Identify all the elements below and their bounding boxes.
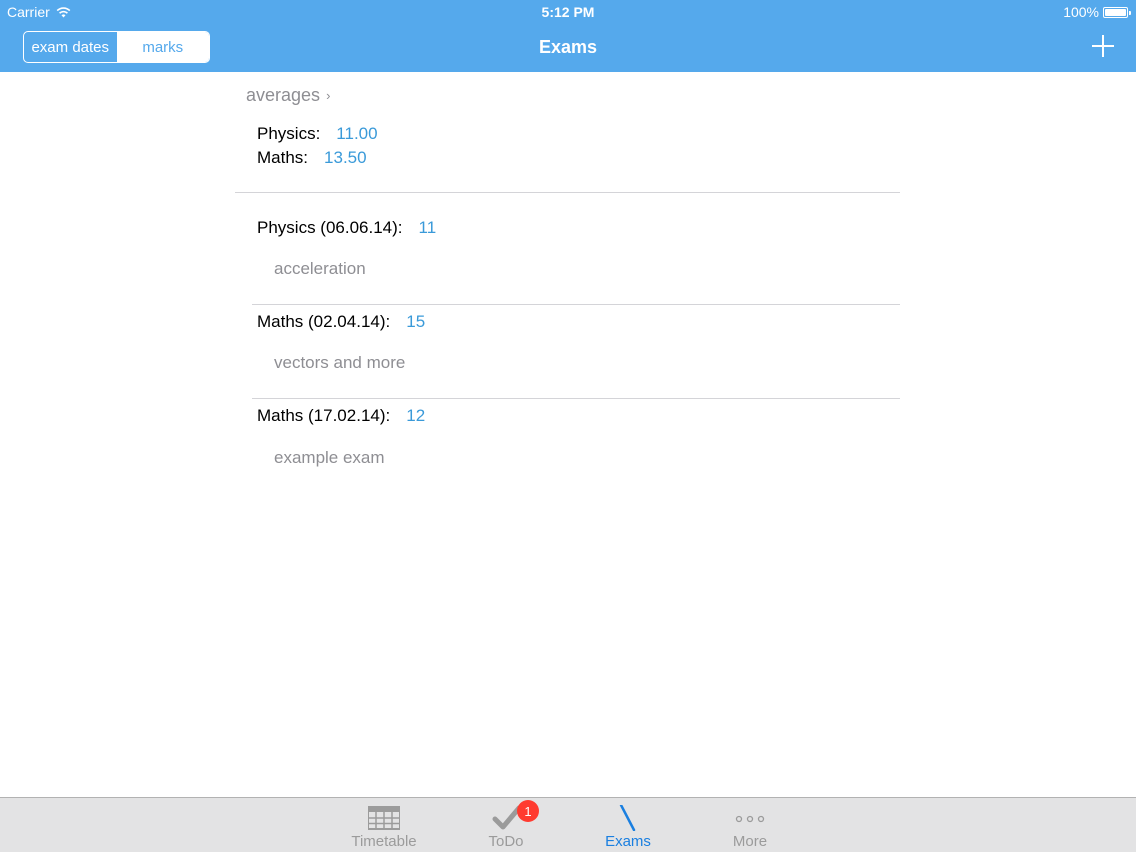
- tab-label: Timetable: [351, 833, 417, 850]
- exam-title: Maths (02.04.14):: [257, 312, 391, 331]
- averages-link[interactable]: averages ›: [246, 85, 330, 106]
- tab-todo[interactable]: ToDo: [451, 798, 561, 852]
- status-bar: Carrier 5:12 PM 100%: [0, 0, 1136, 22]
- exam-mark: 12: [406, 406, 426, 425]
- tab-label: More: [732, 833, 768, 850]
- section-divider: [235, 192, 900, 193]
- exam-title: Maths (17.02.14):: [257, 406, 391, 425]
- exam-row-header[interactable]: Physics (06.06.14): 11: [257, 218, 436, 238]
- status-time: 5:12 PM: [541, 4, 595, 20]
- plus-icon[interactable]: [1090, 33, 1116, 59]
- chevron-right-icon: ›: [326, 88, 331, 103]
- segment-marks[interactable]: marks: [116, 32, 209, 62]
- tab-label: ToDo: [488, 833, 524, 850]
- average-value: 13.50: [324, 148, 367, 167]
- tab-exams[interactable]: Exams: [573, 798, 683, 852]
- row-divider: [252, 304, 900, 305]
- exam-row-header[interactable]: Maths (17.02.14): 12: [257, 406, 425, 426]
- tab-bar: Timetable ToDo Exams More: [0, 797, 1136, 852]
- pen-icon: [619, 805, 636, 831]
- timetable-icon: [368, 806, 400, 830]
- top-bar: Carrier 5:12 PM 100% exam dates marks Ex…: [0, 0, 1136, 72]
- average-value: 11.00: [336, 124, 378, 143]
- battery-group: 100%: [1063, 4, 1131, 20]
- average-row-physics: Physics: 11.00: [257, 124, 378, 144]
- tab-timetable[interactable]: Timetable: [329, 798, 439, 852]
- view-segmented-control[interactable]: exam dates marks: [23, 31, 210, 63]
- tab-more[interactable]: More: [695, 798, 805, 852]
- average-subject: Physics:: [257, 124, 321, 143]
- exam-mark: 15: [406, 312, 426, 331]
- battery-icon: [1103, 6, 1131, 18]
- averages-label: averages: [246, 85, 321, 105]
- exam-title: Physics (06.06.14):: [257, 218, 403, 237]
- exam-mark: 11: [418, 218, 437, 237]
- average-subject: Maths:: [257, 148, 309, 167]
- tab-label: Exams: [605, 833, 651, 850]
- exam-row-header[interactable]: Maths (02.04.14): 15: [257, 312, 425, 332]
- exam-description: vectors and more: [274, 353, 406, 372]
- exam-description: example exam: [274, 448, 385, 467]
- row-divider: [252, 398, 900, 399]
- average-row-maths: Maths: 13.50: [257, 148, 367, 168]
- battery-percent: 100%: [1063, 4, 1099, 20]
- more-icon: [735, 815, 765, 823]
- segment-exam-dates[interactable]: exam dates: [24, 32, 117, 62]
- todo-badge: 1: [517, 800, 539, 822]
- exam-description: acceleration: [274, 259, 366, 278]
